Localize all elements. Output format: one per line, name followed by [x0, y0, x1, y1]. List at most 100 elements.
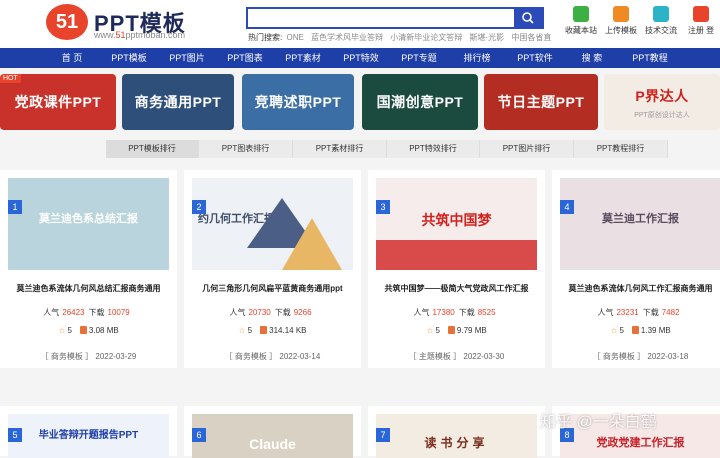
nav-rankings[interactable]: 排行榜	[448, 48, 506, 68]
rank-number: 4	[560, 200, 574, 214]
nav-ppt-topics[interactable]: PPT专题	[390, 48, 448, 68]
rank-number: 5	[8, 428, 22, 442]
search-box[interactable]	[246, 7, 544, 29]
template-card[interactable]: 莫兰迪色系总结汇报 1 莫兰迪色系流体几何风总结汇报商务通用 人气 26423 下载…	[0, 170, 177, 368]
nav-ppt-images[interactable]: PPT图片	[158, 48, 216, 68]
banner-business[interactable]: 商务通用PPT	[122, 74, 234, 130]
hot-search: 热门搜索: ONE 蓝色学术风毕业答辩 小清新毕业论文答辩 斯堪·光影 中国各省…	[248, 32, 556, 43]
hot-term[interactable]: ONE	[286, 33, 303, 42]
hot-tag: HOT	[0, 74, 21, 83]
template-thumbnail[interactable]: 读书分享	[376, 414, 537, 458]
tab-effect-ranking[interactable]: PPT特效排行	[387, 140, 480, 158]
template-card[interactable]: 约几何工作汇报 2 几何三角形几何风扁平蓝黄商务通用ppt 人气 20730 下载 9…	[184, 170, 361, 368]
nav-ppt-tutorials[interactable]: PPT教程	[620, 48, 680, 68]
template-meta: ☆ 5 9.79 MB	[426, 326, 487, 335]
triangle-shapes	[247, 198, 342, 270]
rank-number: 6	[192, 428, 206, 442]
category-link[interactable]: ［ 主题模板 ］	[409, 352, 461, 361]
rank-number: 7	[376, 428, 390, 442]
template-card[interactable]: Claude 6	[184, 406, 361, 458]
file-icon	[79, 326, 87, 334]
star-icon: ☆	[58, 326, 66, 335]
banner-p-expert[interactable]: P界达人 PPT原创设计达人	[604, 74, 720, 130]
bookmark-star-icon	[573, 6, 589, 22]
site-logo[interactable]: 51 PPT模板 www.51pptmoban.com	[46, 4, 196, 44]
category-link[interactable]: ［ 商务模板 ］	[225, 352, 277, 361]
upload-tool[interactable]: 上传模板	[603, 6, 639, 36]
search-input[interactable]	[248, 10, 508, 28]
template-stats: 人气 20730 下载 9266	[229, 308, 312, 317]
header-tools: 收藏本站 上传模板 技术交流 注册 登	[563, 6, 720, 42]
template-title[interactable]: 莫兰迪色系流体几何风总结汇报商务通用	[6, 283, 171, 294]
zhihu-watermark: 知乎 @一朵白鹤	[540, 414, 657, 431]
star-icon: ☆	[426, 326, 434, 335]
tab-chart-ranking[interactable]: PPT图表排行	[199, 140, 293, 158]
template-card[interactable]: 共筑中国梦 3 共筑中国梦——极简大气党政风工作汇报 人气 17380 下载 8525…	[368, 170, 545, 368]
hot-search-label: 热门搜索:	[248, 33, 283, 42]
template-title[interactable]: 莫兰迪色系流体几何风工作汇报商务通用	[558, 283, 720, 294]
file-icon	[447, 326, 455, 334]
nav-search[interactable]: 搜 索	[564, 48, 620, 68]
rank-number: 2	[192, 200, 206, 214]
template-footer: ［ 商务模板 ］ 2022-03-14	[224, 352, 321, 361]
template-thumbnail[interactable]: 共筑中国梦	[376, 178, 537, 270]
banner-festival[interactable]: 节日主题PPT	[484, 74, 598, 130]
template-footer: ［ 商务模板 ］ 2022-03-29	[40, 352, 137, 361]
hot-term[interactable]: 小清新毕业论文答辩	[390, 33, 462, 42]
rank-number: 1	[8, 200, 22, 214]
banner-job-report[interactable]: 竞聘述职PPT	[242, 74, 354, 130]
template-thumbnail[interactable]: 约几何工作汇报	[192, 178, 353, 270]
template-stats: 人气 26423 下载 10079	[43, 308, 130, 317]
nav-home[interactable]: 首 页	[44, 48, 100, 68]
red-skyline	[376, 240, 537, 270]
banner-guochao[interactable]: 国潮创意PPT	[362, 74, 478, 130]
template-thumbnail[interactable]: 毕业答辩开题报告PPT	[8, 414, 169, 458]
logo-badge: 51	[46, 4, 88, 40]
template-footer: ［ 主题模板 ］ 2022-03-30	[408, 352, 505, 361]
top-header: 51 PPT模板 www.51pptmoban.com 热门搜索: ONE 蓝色…	[0, 0, 720, 48]
ranking-tabs: PPT模板排行 PPT图表排行 PPT素材排行 PPT特效排行 PPT图片排行 …	[106, 140, 668, 158]
search-button[interactable]	[514, 9, 542, 27]
star-icon: ☆	[238, 326, 246, 335]
register-login-tool[interactable]: 注册 登	[683, 6, 719, 36]
hot-term[interactable]: 中国各省直	[511, 33, 551, 42]
tab-tutorial-ranking[interactable]: PPT教程排行	[574, 140, 668, 158]
template-stats: 人气 23231 下载 7482	[597, 308, 680, 317]
tab-image-ranking[interactable]: PPT图片排行	[480, 140, 574, 158]
chat-icon	[653, 6, 669, 22]
category-link[interactable]: ［ 商务模板 ］	[41, 352, 93, 361]
template-meta: ☆ 5 314.14 KB	[238, 326, 307, 335]
nav-ppt-software[interactable]: PPT软件	[506, 48, 564, 68]
template-meta: ☆ 5 3.08 MB	[58, 326, 119, 335]
category-link[interactable]: ［ 商务模板 ］	[593, 352, 645, 361]
template-card[interactable]: 毕业答辩开题报告PPT 5	[0, 406, 177, 458]
template-card[interactable]: 读书分享 7	[368, 406, 545, 458]
template-thumbnail[interactable]: Claude	[192, 414, 353, 458]
nav-ppt-materials[interactable]: PPT素材	[274, 48, 332, 68]
template-title[interactable]: 共筑中国梦——极简大气党政风工作汇报	[374, 283, 539, 294]
template-stats: 人气 17380 下载 8525	[413, 308, 496, 317]
logo-url: www.51pptmoban.com	[94, 30, 186, 40]
rank-number: 3	[376, 200, 390, 214]
template-thumbnail[interactable]: 莫兰迪色系总结汇报	[8, 178, 169, 270]
tech-exchange-tool[interactable]: 技术交流	[643, 6, 679, 36]
template-thumbnail[interactable]: 莫兰迪工作汇报	[560, 178, 720, 270]
category-banners: HOT 党政课件PPT 商务通用PPT 竞聘述职PPT 国潮创意PPT 节日主题…	[0, 74, 720, 132]
tab-material-ranking[interactable]: PPT素材排行	[293, 140, 387, 158]
nav-ppt-charts[interactable]: PPT图表	[216, 48, 274, 68]
tab-template-ranking[interactable]: PPT模板排行	[106, 140, 199, 158]
template-title[interactable]: 几何三角形几何风扁平蓝黄商务通用ppt	[190, 283, 355, 294]
upload-icon	[613, 6, 629, 22]
nav-ppt-templates[interactable]: PPT模板	[100, 48, 158, 68]
main-nav: 首 页 PPT模板 PPT图片 PPT图表 PPT素材 PPT特效 PPT专题 …	[0, 48, 720, 68]
nav-ppt-effects[interactable]: PPT特效	[332, 48, 390, 68]
search-icon	[522, 12, 534, 24]
user-icon	[693, 6, 709, 22]
hot-term[interactable]: 斯堪·光影	[470, 33, 505, 42]
bookmark-tool[interactable]: 收藏本站	[563, 6, 599, 36]
star-icon: ☆	[610, 326, 618, 335]
file-icon	[260, 326, 268, 334]
hot-term[interactable]: 蓝色学术风毕业答辩	[311, 33, 383, 42]
template-card[interactable]: 莫兰迪工作汇报 4 莫兰迪色系流体几何风工作汇报商务通用 人气 23231 下载 74…	[552, 170, 720, 368]
banner-party-courseware[interactable]: HOT 党政课件PPT	[0, 74, 116, 130]
